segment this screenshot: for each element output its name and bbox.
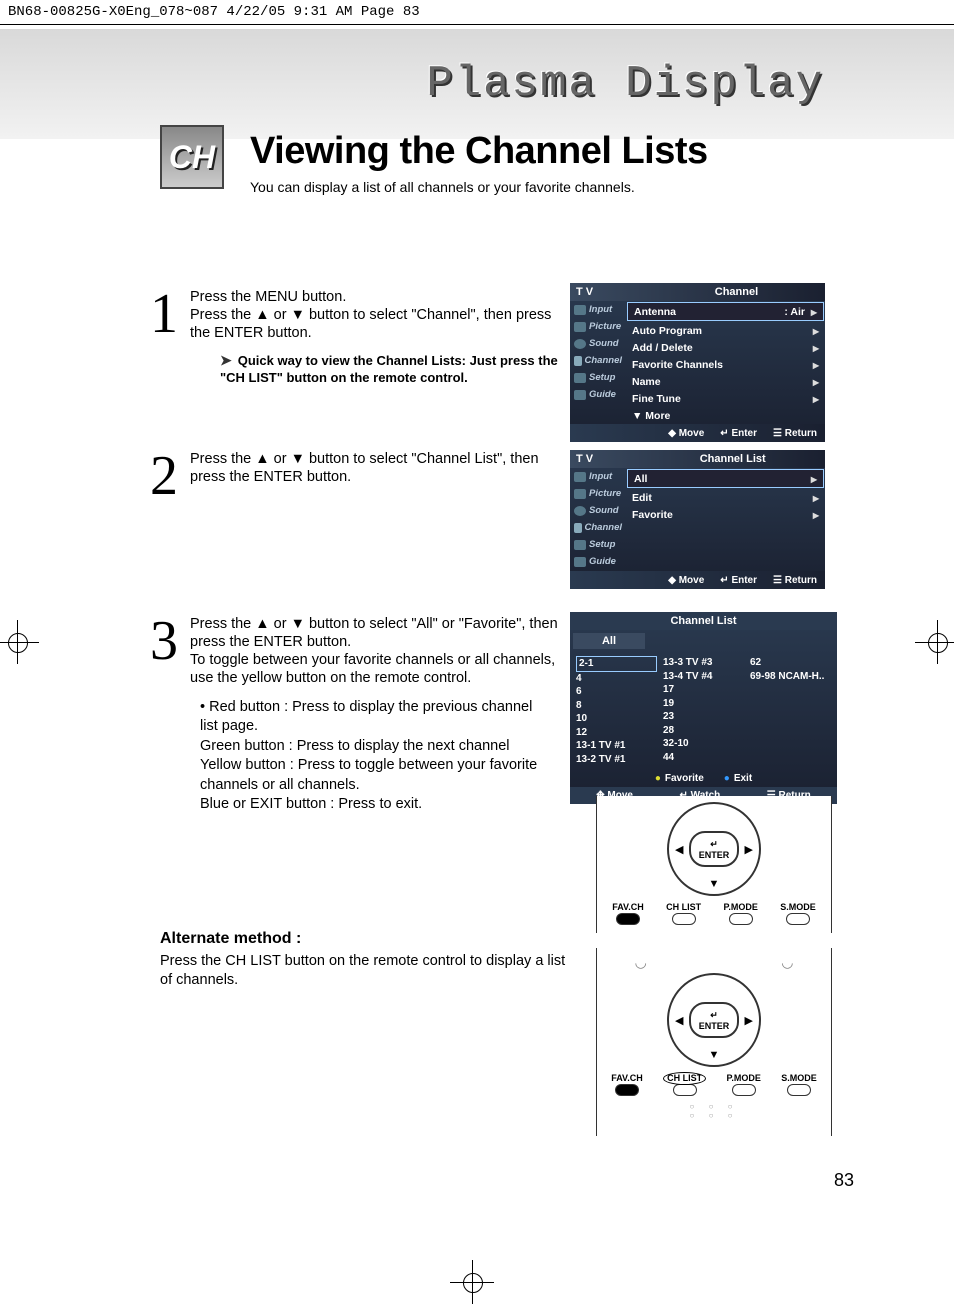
menu-icon-2: ☰: [773, 575, 782, 586]
step-number-1: 1: [150, 292, 186, 337]
pmode-button: P.MODE: [724, 902, 758, 925]
osd2-row-favorite: Favorite: [626, 506, 825, 523]
alt-method-title: Alternate method :: [160, 930, 570, 948]
remote-diagram-1: ◀ ▶ ▼ ↵ENTER FAV.CH CH LIST P.MODE S.MOD…: [596, 796, 832, 933]
chlist-btn-exit: Exit: [724, 773, 752, 784]
step-3-bullets: • Red button : Press to display the prev…: [200, 698, 570, 815]
chlist-color-buttons: Favorite Exit: [570, 770, 837, 787]
page-subtitle: You can display a list of all channels o…: [250, 179, 708, 195]
updown-icon-2: ◆: [668, 575, 676, 586]
osd-row-more: ▼ More: [626, 407, 825, 424]
osd-title: Channel: [715, 286, 758, 298]
osd2-title: Channel List: [700, 453, 766, 465]
side-picture: Picture: [570, 318, 626, 335]
enter-icon: ↵: [720, 428, 728, 439]
pmode-button-2: P.MODE: [727, 1073, 761, 1096]
menu-icon: ☰: [773, 428, 782, 439]
side-setup: Setup: [570, 369, 626, 386]
side-channel: Channel: [570, 352, 626, 369]
side2-setup: Setup: [570, 536, 626, 553]
osd-channel-list-grid: Channel List All 2-1 468 101213-1 TV #11…: [570, 612, 837, 804]
enter-button: ↵ENTER: [689, 831, 739, 867]
tip-text: Quick way to view the Channel Lists: Jus…: [220, 353, 558, 385]
osd2-footer: ◆ Move ↵ Enter ☰ Return: [570, 571, 825, 589]
side2-input: Input: [570, 468, 626, 485]
side-input: Input: [570, 301, 626, 318]
chlist-button-highlighted: CH LIST: [663, 1073, 706, 1096]
right-arrow-icon-2: ▶: [745, 1014, 753, 1027]
osd-channellist-menu: T V Channel List Input Picture Sound Chan…: [570, 450, 825, 589]
remote-dots-icon: ○ ○ ○○ ○ ○: [601, 1102, 827, 1120]
osd2-tv-label: T V: [576, 453, 593, 465]
dpad-ring-icon-2: ◀ ▶ ▼ ↵ENTER: [667, 973, 761, 1067]
smode-button: S.MODE: [780, 902, 816, 925]
osd-footer: ◆ Move ↵ Enter ☰ Return: [570, 424, 825, 442]
print-header: BN68-00825G-X0Eng_078~087 4/22/05 9:31 A…: [0, 0, 954, 25]
page-banner: Plasma Display: [0, 29, 954, 139]
osd2-main-list: All Edit Favorite: [626, 468, 825, 571]
down-arrow-icon-2: ▼: [709, 1049, 720, 1061]
osd2-row-edit: Edit: [626, 489, 825, 506]
enter-icon-2: ↵: [720, 575, 728, 586]
osd2-row-all: All: [627, 469, 824, 488]
right-arrow-icon: ▶: [745, 843, 753, 856]
page-number: 83: [834, 1170, 854, 1191]
side2-channel: Channel: [570, 519, 626, 536]
osd-channel-menu: T V Channel Input Picture Sound Channel S…: [570, 283, 825, 442]
page-title: Viewing the Channel Lists: [250, 130, 708, 173]
remote-diagram-2: ◡◡ ◀ ▶ ▼ ↵ENTER FAV.CH CH LIST P.MODE S.…: [596, 948, 832, 1136]
chlist-col-2: 13-3 TV #313-4 TV #41719 232832-1044: [663, 656, 744, 766]
osd-row-favchannels: Favorite Channels: [626, 356, 825, 373]
chlist-col-3: 6269-98 NCAM-H..: [750, 656, 831, 766]
down-arrow-icon: ▼: [709, 878, 720, 890]
dpad-ring-icon: ◀ ▶ ▼ ↵ENTER: [667, 802, 761, 896]
chlist-col-1: 2-1 468 101213-1 TV #113-2 TV #1: [576, 656, 657, 766]
left-arrow-icon-2: ◀: [675, 1014, 683, 1027]
step-1-tip: ➤Quick way to view the Channel Lists: Ju…: [220, 352, 570, 386]
crop-mark-left-icon: [0, 620, 39, 664]
side2-picture: Picture: [570, 485, 626, 502]
updown-icon: ◆: [668, 428, 676, 439]
osd-row-finetune: Fine Tune: [626, 390, 825, 407]
step-3-text: Press the ▲ or ▼ button to select "All" …: [190, 615, 570, 688]
osd-sidebar: Input Picture Sound Channel Setup Guide: [570, 301, 626, 424]
step-1-text: Press the MENU button. Press the ▲ or ▼ …: [190, 288, 570, 342]
osd2-sidebar: Input Picture Sound Channel Setup Guide: [570, 468, 626, 571]
step-number-2: 2: [150, 454, 186, 499]
alt-method-text: Press the CH LIST button on the remote c…: [160, 952, 570, 990]
osd-row-antenna: Antenna: Air: [627, 302, 824, 321]
side-guide: Guide: [570, 386, 626, 403]
chlist-title: Channel List: [570, 612, 837, 630]
ch-badge-icon: CH: [160, 125, 224, 189]
step-2-text: Press the ▲ or ▼ button to select "Chann…: [190, 450, 570, 486]
enter-button-2: ↵ENTER: [689, 1002, 739, 1038]
favch-button: FAV.CH: [612, 902, 644, 925]
osd-row-name: Name: [626, 373, 825, 390]
smode-button-2: S.MODE: [781, 1073, 817, 1096]
banner-title: Plasma Display: [426, 59, 824, 109]
step-number-3: 3: [150, 619, 186, 664]
crop-mark-right-icon: [915, 620, 954, 664]
side2-guide: Guide: [570, 553, 626, 570]
tip-arrow-icon: ➤: [220, 352, 232, 370]
chlist-btn-favorite: Favorite: [655, 773, 704, 784]
chlist-subtab-all: All: [573, 633, 645, 649]
favch-button-2: FAV.CH: [611, 1073, 643, 1096]
side-sound: Sound: [570, 335, 626, 352]
osd-main-list: Antenna: Air Auto Program Add / Delete F…: [626, 301, 825, 424]
osd-tv-label: T V: [576, 286, 593, 298]
chlist-button: CH LIST: [666, 902, 701, 925]
crop-mark-bottom-icon: [450, 1260, 494, 1304]
osd-row-adddelete: Add / Delete: [626, 339, 825, 356]
left-arrow-icon: ◀: [675, 843, 683, 856]
osd-row-autoprogram: Auto Program: [626, 322, 825, 339]
side2-sound: Sound: [570, 502, 626, 519]
